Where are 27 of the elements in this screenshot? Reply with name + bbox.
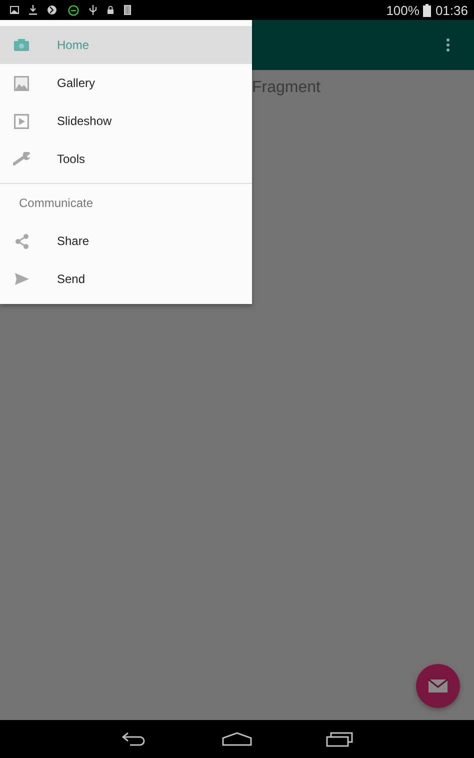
battery-percent: 100%	[386, 2, 420, 18]
usb-icon	[89, 5, 97, 15]
image-icon	[10, 6, 19, 14]
camera-icon	[14, 39, 29, 51]
share-icon	[14, 234, 28, 248]
send-icon	[14, 273, 28, 285]
home-icon	[222, 732, 252, 746]
clock-time: 01:36	[435, 2, 468, 18]
battery-icon	[423, 4, 432, 16]
mail-icon	[428, 679, 448, 693]
download-icon	[29, 5, 37, 15]
lock-icon	[107, 6, 114, 14]
drawer-item[interactable]: Share	[0, 222, 252, 260]
content-text: Fragment	[252, 79, 322, 97]
recents-icon	[326, 731, 354, 747]
drawer-item[interactable]: Send	[0, 260, 252, 298]
play-icon	[14, 114, 29, 128]
drawer-item[interactable]: Tools	[0, 140, 252, 178]
more-icon	[446, 38, 450, 52]
drawer-item[interactable]: Gallery	[0, 64, 252, 102]
sim-card-icon	[124, 5, 131, 15]
mail-fab[interactable]	[416, 664, 460, 708]
section-header: Communicate	[18, 195, 94, 212]
wrench-icon	[12, 152, 30, 166]
image-icon	[14, 76, 29, 90]
home-button[interactable]	[220, 730, 254, 748]
drawer-item[interactable]: Slideshow	[0, 102, 252, 140]
